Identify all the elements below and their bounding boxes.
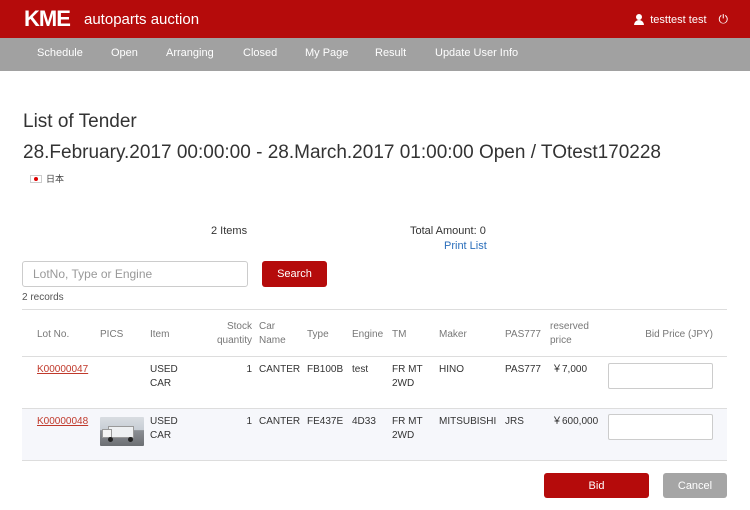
tm-cell: FR MT 2WD [392,364,423,389]
header-tm: TM [392,329,407,340]
header-engine: Engine [352,329,384,340]
header-maker: Maker [439,329,467,340]
cancel-button[interactable]: Cancel [663,473,727,498]
print-list-link[interactable]: Print List [444,240,487,252]
table-row: K00000047 USED CAR 1 CANTER FB100B test F… [22,357,727,409]
total-amount: Total Amount: 0 [410,225,486,237]
logo-mark: KME [24,6,71,31]
type-cell: FE437E [307,416,344,427]
nav-item-closed[interactable]: Closed [243,47,277,59]
tender-table: Lot No. PICS Item Stock quantity Car Name … [22,309,727,461]
bid-price-input[interactable] [608,363,713,389]
tm-cell: FR MT 2WD [392,416,423,441]
user-name: testtest test [650,13,707,26]
language-label: 日本 [46,174,65,184]
header-pas777: PAS777 [505,329,541,340]
bid-price-input[interactable] [608,414,713,440]
power-icon[interactable]: ⏻ [719,12,729,27]
search-button[interactable]: Search [262,261,327,287]
bid-button[interactable]: Bid [544,473,649,498]
car-name-cell: CANTER [259,364,301,375]
lot-number-link[interactable]: K00000048 [37,415,88,429]
nav-item-schedule[interactable]: Schedule [37,47,83,59]
header-item: Item [150,329,170,340]
records-count: 2 records [22,292,64,303]
header-stock-quantity: Stock quantity [216,321,252,346]
lot-number-link[interactable]: K00000047 [37,363,88,377]
stock-quantity-cell: 1 [246,364,252,375]
item-cell: USED CAR [150,416,178,441]
pas777-cell: PAS777 [505,364,541,375]
main-nav: Schedule Open Arranging Closed My Page R… [0,38,750,71]
maker-cell: HINO [439,364,464,375]
header-reserved-price: reserved price [550,321,589,346]
header-type: Type [307,329,329,340]
engine-cell: 4D33 [352,416,376,427]
language-selector[interactable]: 日本 [30,172,64,185]
car-name-cell: CANTER [259,416,301,427]
items-count: 2 Items [211,225,248,237]
header-bid-price: Bid Price (JPY) [645,329,713,340]
logo-text: autoparts auction [84,11,200,28]
nav-item-update-user-info[interactable]: Update User Info [435,47,518,59]
pas777-cell: JRS [505,416,524,427]
search-input[interactable] [22,261,248,287]
header-lot-no: Lot No. [37,329,70,340]
engine-cell: test [352,364,369,375]
header-car-name: Car Name [259,321,286,346]
nav-item-result[interactable]: Result [375,47,406,59]
page-title: List of Tender [23,111,137,132]
nav-item-arranging[interactable]: Arranging [166,47,214,59]
reserved-price-cell: ￥600,000 [552,416,599,427]
top-bar: KME autoparts auction testtest test ⏻ [0,0,750,38]
header-pics: PICS [100,329,124,340]
nav-item-my-page[interactable]: My Page [305,47,348,59]
nav-item-open[interactable]: Open [111,47,138,59]
maker-cell: MITSUBISHI [439,416,497,427]
stock-quantity-cell: 1 [246,416,252,427]
user-menu[interactable]: testtest test ⏻ [634,12,728,27]
vehicle-photo[interactable] [100,417,144,446]
tender-period-title: 28.February.2017 00:00:00 - 28.March.201… [23,142,662,163]
user-icon [634,14,645,25]
reserved-price-cell: ￥7,000 [552,364,588,375]
type-cell: FB100B [307,364,344,375]
japan-flag-icon [30,174,42,183]
item-cell: USED CAR [150,364,178,389]
table-row: K00000048 USED CAR 1 CANTER FE437E 4D33 F… [22,409,727,461]
table-header: Lot No. PICS Item Stock quantity Car Name … [22,310,727,357]
